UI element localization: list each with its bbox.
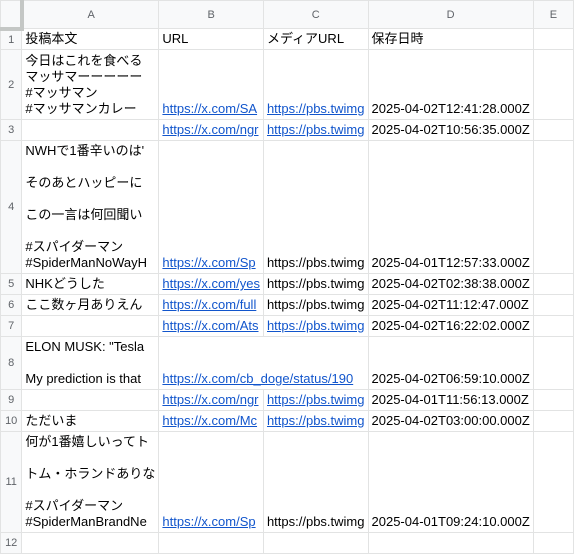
row-header[interactable]: 3 — [0, 119, 23, 141]
cell-c1[interactable]: メディアURL — [262, 28, 369, 50]
column-header-d[interactable]: D — [367, 0, 534, 29]
table-cell-url[interactable]: https://x.com/SA — [158, 49, 264, 120]
url-link[interactable]: https://x.com/ngr — [162, 122, 260, 138]
table-cell-text[interactable] — [21, 389, 160, 411]
row-header[interactable]: 7 — [0, 315, 23, 337]
row-header[interactable]: 10 — [0, 410, 23, 432]
table-cell-text[interactable]: ここ数ヶ月ありえん — [21, 294, 160, 316]
table-cell-date[interactable]: 2025-04-02T03:00:00.000Z — [367, 410, 534, 432]
table-cell-media-url[interactable]: https://pbs.twimg — [262, 294, 369, 316]
select-all-corner[interactable] — [0, 0, 24, 31]
media-url-text: https://pbs.twimg — [266, 276, 365, 291]
table-cell-url[interactable]: https://x.com/Ats — [158, 315, 264, 337]
table-cell-text[interactable]: 今日はこれを食べる マッサマーーーーー #マッサマン #マッサマンカレー — [21, 49, 160, 120]
row-header[interactable]: 1 — [0, 28, 23, 50]
table-cell-url[interactable]: https://x.com/Sp — [158, 431, 264, 533]
table-cell-date[interactable]: 2025-04-02T06:59:10.000Z — [367, 336, 534, 390]
table-cell-empty[interactable] — [532, 273, 574, 295]
row-header[interactable]: 12 — [0, 532, 23, 554]
row-header[interactable]: 9 — [0, 389, 23, 411]
table-cell-url[interactable]: https://x.com/ngr — [158, 119, 264, 141]
media-url-link[interactable]: https://pbs.twimg — [267, 392, 365, 408]
table-cell-text[interactable] — [21, 119, 160, 141]
cell-b1[interactable]: URL — [158, 28, 264, 50]
table-cell-date[interactable]: 2025-04-01T11:56:13.000Z — [367, 389, 534, 411]
spreadsheet: A B C D E 1 投稿本文 URL メディアURL 保存日時 2 今日はこ… — [0, 0, 574, 554]
media-url-link[interactable]: https://pbs.twimg — [267, 122, 365, 138]
table-cell-text[interactable]: 何が1番嬉しいってト トム・ホランドありな #スパイダーマン #SpiderMa… — [21, 431, 160, 533]
table-cell-empty[interactable] — [532, 336, 574, 390]
row-header[interactable]: 2 — [0, 49, 23, 120]
table-cell-empty[interactable] — [532, 410, 574, 432]
table-cell-media-url[interactable]: https://pbs.twimg — [262, 140, 369, 274]
media-url-link[interactable]: https://pbs.twimg — [267, 101, 365, 117]
column-header-a[interactable]: A — [21, 0, 160, 29]
cell-a1[interactable]: 投稿本文 — [21, 28, 160, 50]
table-cell-text[interactable] — [21, 315, 160, 337]
table-cell-empty[interactable] — [532, 532, 574, 554]
table-cell-media-url[interactable]: https://pbs.twimg — [262, 410, 369, 432]
url-link[interactable]: https://x.com/ngr — [162, 392, 260, 408]
table-cell-url[interactable]: https://x.com/Mc — [158, 410, 264, 432]
url-link[interactable]: https://x.com/cb_doge/status/190 — [162, 371, 364, 387]
url-link[interactable]: https://x.com/Sp — [162, 514, 260, 530]
column-header-e[interactable]: E — [532, 0, 574, 29]
table-cell-empty[interactable] — [532, 49, 574, 120]
table-cell-empty[interactable] — [367, 532, 534, 554]
url-link[interactable]: https://x.com/Sp — [162, 255, 260, 271]
table-cell-date[interactable]: 2025-04-02T16:22:02.000Z — [367, 315, 534, 337]
table-cell-media-url[interactable]: https://pbs.twimg — [262, 315, 369, 337]
table-cell-date[interactable]: 2025-04-02T11:12:47.000Z — [367, 294, 534, 316]
table-cell-empty[interactable] — [532, 389, 574, 411]
table-cell-url[interactable]: https://x.com/Sp — [158, 140, 264, 274]
row-header[interactable]: 11 — [0, 431, 23, 533]
table-cell-media-url[interactable]: https://pbs.twimg — [262, 273, 369, 295]
cell-d1[interactable]: 保存日時 — [367, 28, 534, 50]
table-cell-media-url[interactable]: https://pbs.twimg — [262, 119, 369, 141]
row-header[interactable]: 8 — [0, 336, 23, 390]
table-cell-empty[interactable] — [532, 140, 574, 274]
column-header-c[interactable]: C — [262, 0, 369, 29]
media-url-text: https://pbs.twimg — [266, 514, 365, 529]
row-header[interactable]: 6 — [0, 294, 23, 316]
table-cell-date[interactable]: 2025-04-01T09:24:10.000Z — [367, 431, 534, 533]
media-url-link[interactable]: https://pbs.twimg — [267, 413, 365, 429]
table-cell-url[interactable]: https://x.com/full — [158, 294, 264, 316]
table-cell-date[interactable]: 2025-04-01T12:57:33.000Z — [367, 140, 534, 274]
url-link[interactable]: https://x.com/yes — [162, 276, 260, 292]
table-cell-empty[interactable] — [21, 532, 160, 554]
table-cell-media-url[interactable]: https://pbs.twimg — [262, 431, 369, 533]
table-cell-empty[interactable] — [158, 532, 264, 554]
table-cell-empty[interactable] — [532, 431, 574, 533]
table-cell-text[interactable]: ELON MUSK: "Tesla My prediction is that — [21, 336, 160, 390]
table-cell-empty[interactable] — [262, 532, 369, 554]
table-cell-url[interactable]: https://x.com/yes — [158, 273, 264, 295]
table-cell-date[interactable]: 2025-04-02T10:56:35.000Z — [367, 119, 534, 141]
table-cell-text[interactable]: ただいま — [21, 410, 160, 432]
cell-e1[interactable] — [532, 28, 574, 50]
url-link[interactable]: https://x.com/Mc — [162, 413, 260, 429]
table-cell-text[interactable]: NWHで1番辛いのは' そのあとハッピーに この一言は何回聞い #スパイダーマン… — [21, 140, 160, 274]
url-link[interactable]: https://x.com/Ats — [162, 318, 260, 334]
media-url-text: https://pbs.twimg — [266, 255, 365, 270]
table-cell-empty[interactable] — [532, 119, 574, 141]
table-cell-empty[interactable] — [532, 294, 574, 316]
row-header[interactable]: 4 — [0, 140, 23, 274]
table-cell-date[interactable]: 2025-04-02T02:38:38.000Z — [367, 273, 534, 295]
sheet-grid: A B C D E 1 投稿本文 URL メディアURL 保存日時 2 今日はこ… — [0, 0, 574, 554]
table-cell-text[interactable]: NHKどうした — [21, 273, 160, 295]
table-cell-url[interactable]: https://x.com/ngr — [158, 389, 264, 411]
media-url-link[interactable]: https://pbs.twimg — [267, 318, 365, 334]
table-cell-date[interactable]: 2025-04-02T12:41:28.000Z — [367, 49, 534, 120]
row-header[interactable]: 5 — [0, 273, 23, 295]
table-cell-url[interactable]: https://x.com/cb_doge/status/190 — [158, 336, 369, 390]
table-cell-empty[interactable] — [532, 315, 574, 337]
media-url-text: https://pbs.twimg — [266, 297, 365, 312]
url-link[interactable]: https://x.com/full — [162, 297, 260, 313]
table-cell-media-url[interactable]: https://pbs.twimg — [262, 389, 369, 411]
url-link[interactable]: https://x.com/SA — [162, 101, 260, 117]
column-header-b[interactable]: B — [158, 0, 264, 29]
table-cell-media-url[interactable]: https://pbs.twimg — [262, 49, 369, 120]
